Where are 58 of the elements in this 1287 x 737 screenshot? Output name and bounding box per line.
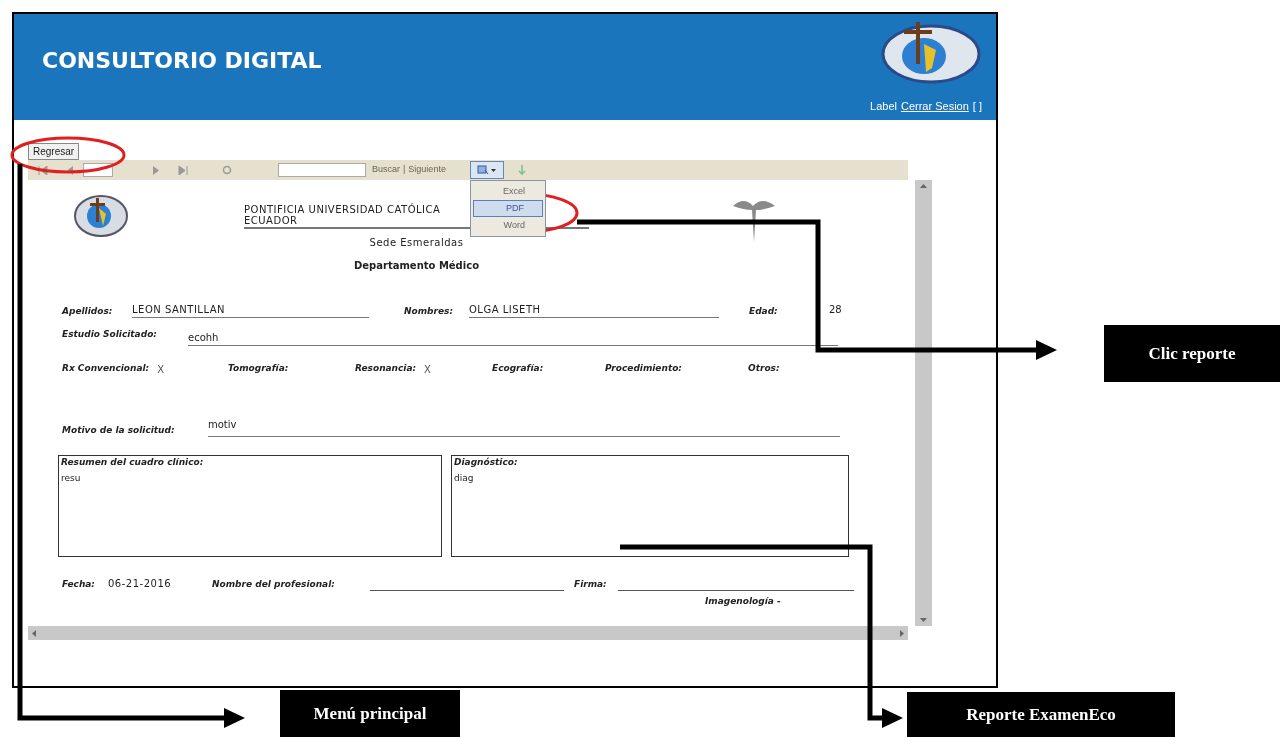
callout-label: Clic reporte — [1104, 325, 1280, 382]
campus-name: Sede Esmeraldas — [369, 236, 464, 250]
institution-name: ECUADOR — [244, 215, 298, 226]
user-label: Label — [870, 98, 897, 114]
age-value: 28 — [829, 303, 842, 317]
back-button[interactable]: Regresar — [28, 143, 80, 160]
surname-value: LEON SANTILLAN — [132, 302, 369, 318]
globe-cross-logo — [73, 194, 129, 238]
study-value: ecohh — [188, 330, 838, 346]
selection-mark: X — [157, 363, 165, 377]
field-label: Edad: — [749, 304, 779, 318]
vertical-scrollbar[interactable] — [915, 180, 932, 626]
next-page-icon[interactable] — [153, 165, 160, 175]
field-label: Firma: — [574, 577, 608, 591]
search-field[interactable] — [278, 163, 366, 177]
scroll-left-icon[interactable] — [32, 629, 36, 637]
department-name: Departamento Médico — [354, 259, 479, 273]
reason-value: motiv — [208, 417, 840, 437]
scroll-down-icon[interactable] — [920, 618, 927, 622]
chart-icon — [477, 165, 490, 175]
box-title: Diagnóstico: — [454, 456, 518, 469]
callout-label: Reporte ExamenEco — [907, 692, 1175, 737]
previous-page-icon[interactable] — [66, 165, 73, 175]
last-page-icon[interactable] — [178, 165, 188, 175]
caret-icon — [491, 168, 497, 172]
field-label: Nombre del profesional: — [212, 577, 336, 591]
selection-mark: X — [424, 363, 431, 377]
logout-link[interactable]: Cerrar Sesion — [900, 97, 969, 114]
app-title: CONSULTORIO DIGITAL — [42, 47, 322, 75]
export-button[interactable] — [469, 161, 504, 179]
field-label: Fecha: — [62, 577, 96, 591]
date-value: 06-21-2016 — [108, 577, 173, 591]
exam-type-label: Rx Convencional: — [62, 362, 150, 375]
exam-type-label: Otros: — [748, 362, 780, 375]
exam-type-label: Tomografía: — [228, 362, 289, 375]
field-label: Nombres: — [404, 304, 455, 318]
field-label: Apellidos: — [62, 304, 114, 318]
next-link[interactable]: Siguiente — [408, 163, 446, 177]
exam-type-label: Resonancia: — [355, 362, 417, 375]
first-page-icon[interactable] — [38, 165, 48, 175]
exam-type-label: Ecografía: — [492, 362, 544, 375]
scroll-up-icon[interactable] — [920, 184, 927, 188]
footer-text: Imagenología - — [705, 595, 781, 608]
refresh-icon[interactable] — [222, 165, 232, 175]
names-value: OLGA LISETH — [469, 302, 719, 318]
find-link[interactable]: Buscar — [372, 163, 400, 177]
summary-text: resu — [61, 471, 81, 485]
callout-label: Menú principal — [280, 690, 460, 737]
scroll-right-icon[interactable] — [900, 629, 904, 637]
horizontal-scrollbar[interactable] — [28, 626, 908, 640]
institution-name: PONTIFICIA UNIVERSIDAD CATÓLICA — [244, 204, 441, 215]
exam-type-label: Procedimiento: — [605, 362, 682, 375]
bracket-text: [ ] — [972, 98, 982, 114]
field-label: Estudio Solicitado: — [62, 328, 158, 341]
field-label: Motivo de la solicitud: — [62, 423, 176, 437]
separator-text: | — [403, 163, 406, 177]
box-title: Resumen del cuadro clínico: — [61, 456, 204, 469]
diagnosis-text: diag — [454, 471, 474, 485]
